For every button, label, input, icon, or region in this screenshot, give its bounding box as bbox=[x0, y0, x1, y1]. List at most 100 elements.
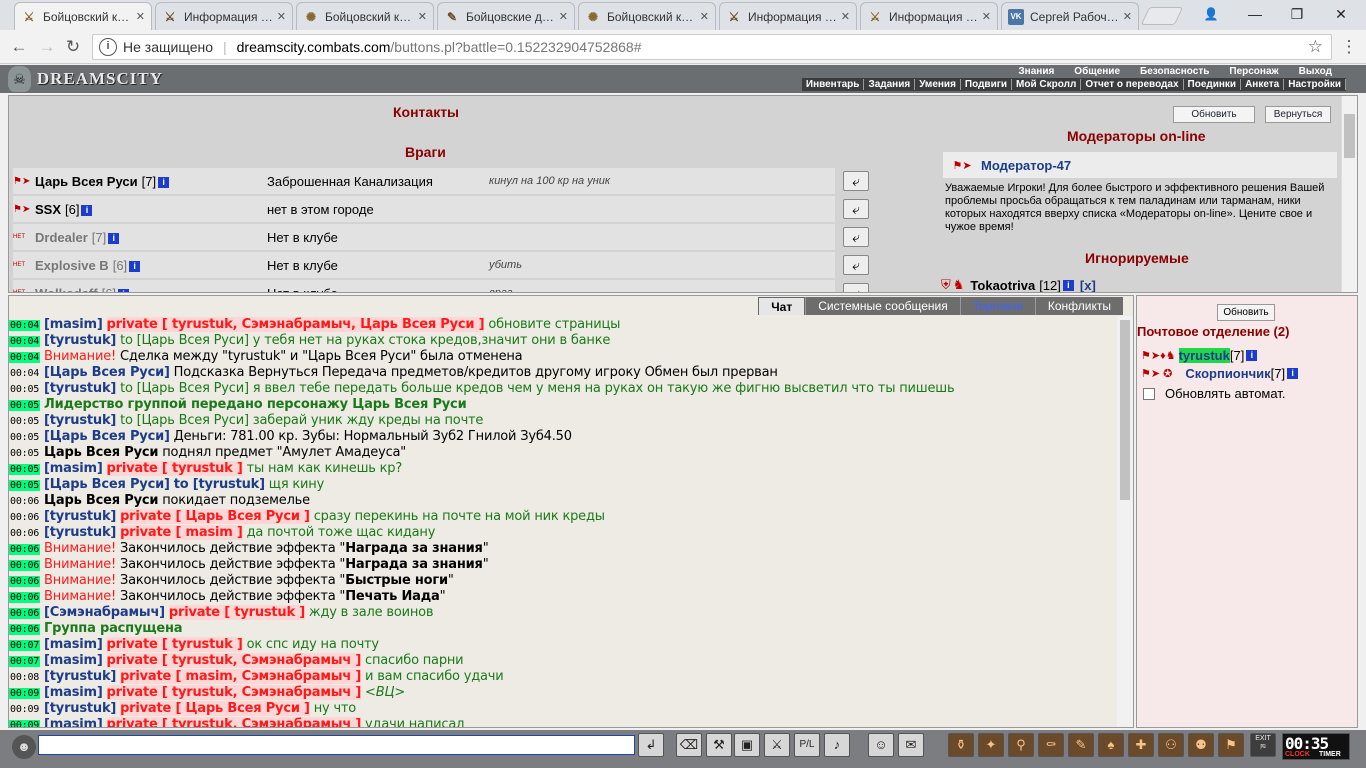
private-recipients[interactable]: private [ tyrustuk, Сэмэнабрамыч, Царь В… bbox=[106, 317, 485, 332]
flag-icon[interactable]: ⚑ bbox=[1218, 733, 1244, 757]
message-author[interactable]: [tyrustuk] bbox=[44, 333, 116, 348]
chat-scrollbar[interactable] bbox=[1117, 316, 1133, 727]
mail-refresh-button[interactable]: Обновить bbox=[1217, 304, 1275, 321]
tab-close-icon[interactable]: ✕ bbox=[559, 10, 568, 23]
menu-item[interactable]: Персонаж bbox=[1219, 66, 1288, 77]
message-author[interactable]: [masim] bbox=[44, 637, 103, 652]
message-time[interactable]: 00:06 bbox=[9, 592, 41, 603]
profile-icon[interactable]: 👤 bbox=[1196, 4, 1226, 24]
chat-input[interactable] bbox=[38, 735, 635, 755]
smiley-icon[interactable]: ☺ bbox=[868, 733, 894, 757]
submenu-item[interactable]: Инвентарь bbox=[802, 79, 865, 90]
enemy-name[interactable]: Wolkodaff[6]i bbox=[35, 286, 267, 292]
browser-tab[interactable]: ✺ Бойцовский к… ✕ bbox=[578, 2, 716, 30]
chat-tab[interactable]: Конфликты bbox=[1034, 297, 1123, 315]
private-recipients[interactable]: private [ masim ] bbox=[120, 525, 243, 540]
message-time[interactable]: 00:07 bbox=[9, 656, 41, 667]
message-author[interactable]: [masim] bbox=[44, 653, 103, 668]
browser-tab[interactable]: ⚔ Бойцовский к… ✕ bbox=[14, 2, 152, 30]
message-time[interactable]: 00:06 bbox=[9, 512, 40, 523]
scroll-thumb[interactable] bbox=[1120, 320, 1130, 500]
tab-close-icon[interactable]: ✕ bbox=[841, 10, 850, 23]
ignored-name[interactable]: Tokaotriva bbox=[970, 278, 1035, 293]
message-time[interactable]: 00:06 bbox=[9, 560, 41, 571]
message-author[interactable]: [tyrustuk] bbox=[44, 381, 116, 396]
cross-icon[interactable]: ✚ bbox=[1128, 733, 1154, 757]
private-recipients[interactable]: private [ Царь Всея Руси ] bbox=[120, 701, 310, 716]
go-to-location-button[interactable]: ⤶ bbox=[843, 255, 869, 275]
menu-item[interactable]: Выход bbox=[1289, 66, 1342, 77]
anvil-icon[interactable]: ⚒ bbox=[706, 733, 732, 757]
submenu-item[interactable]: Анкета bbox=[1241, 79, 1285, 90]
submenu-item[interactable]: Поединки bbox=[1184, 79, 1242, 90]
message-time[interactable]: 00:04 bbox=[9, 352, 41, 363]
tab-close-icon[interactable]: ✕ bbox=[418, 10, 427, 23]
message-author[interactable]: [masim] bbox=[44, 317, 103, 332]
tab-close-icon[interactable]: ✕ bbox=[136, 10, 145, 23]
torch-icon[interactable]: ✦ bbox=[978, 733, 1004, 757]
browser-tab[interactable]: ✎ Бойцовские д… ✕ bbox=[437, 2, 575, 30]
message-time[interactable]: 00:05 bbox=[9, 464, 41, 475]
message-author[interactable]: [masim] bbox=[44, 717, 103, 727]
browser-tab[interactable]: ⚔ Информация … ✕ bbox=[719, 2, 857, 30]
browser-menu-icon[interactable]: ⋮ bbox=[1338, 36, 1360, 58]
submenu-item[interactable]: Мой Скролл bbox=[1012, 79, 1082, 90]
message-author[interactable]: [tyrustuk] bbox=[44, 525, 116, 540]
message-author[interactable]: to [tyrustuk] bbox=[174, 477, 265, 492]
enemy-name[interactable]: Drdealer [7] i bbox=[35, 230, 267, 245]
tab-close-icon[interactable]: ✕ bbox=[277, 10, 286, 23]
enemy-name[interactable]: Царь Всея Руси [7] i bbox=[35, 174, 267, 189]
private-recipients[interactable]: private [ tyrustuk, Сэмэнабрамыч ] bbox=[106, 685, 361, 700]
message-time[interactable]: 00:04 bbox=[9, 336, 41, 347]
submenu-item[interactable]: Настройки bbox=[1284, 79, 1346, 90]
message-time[interactable]: 00:06 bbox=[9, 608, 41, 619]
browser-tab[interactable]: ⚔ Информация … ✕ bbox=[155, 2, 293, 30]
menu-item[interactable]: Безопасность bbox=[1130, 66, 1219, 77]
chat-tab[interactable]: Чат bbox=[758, 297, 806, 315]
bag-icon[interactable]: ⚱ bbox=[948, 733, 974, 757]
message-author[interactable]: [masim] bbox=[44, 685, 103, 700]
bookmark-star-icon[interactable]: ☆ bbox=[1308, 37, 1323, 57]
users-icon[interactable]: ⚇ bbox=[1158, 733, 1184, 757]
save-icon[interactable]: ▣ bbox=[734, 733, 760, 757]
tab-close-icon[interactable]: ✕ bbox=[982, 10, 991, 23]
mail-user-name[interactable]: Скорпиончик bbox=[1185, 366, 1270, 381]
sack-icon[interactable]: ⚲ bbox=[1008, 733, 1034, 757]
menu-item[interactable]: Знания bbox=[1008, 66, 1064, 77]
back-icon[interactable]: ← bbox=[8, 36, 30, 58]
message-time[interactable]: 00:09 bbox=[9, 704, 40, 715]
group-icon[interactable]: ⚉ bbox=[1188, 733, 1214, 757]
private-recipients[interactable]: private [ tyrustuk ] bbox=[168, 605, 305, 620]
message-author[interactable]: [Царь Всея Руси] bbox=[44, 477, 170, 492]
info-icon[interactable]: i bbox=[1287, 367, 1299, 379]
message-time[interactable]: 00:09 bbox=[9, 688, 41, 699]
fighter-icon[interactable]: ⚔ bbox=[764, 733, 790, 757]
tab-close-icon[interactable]: ✕ bbox=[1123, 10, 1132, 23]
private-recipients[interactable]: private [ tyrustuk, Сэмэнабрамыч ] bbox=[106, 717, 361, 727]
auto-refresh-checkbox[interactable] bbox=[1143, 387, 1155, 400]
mask-icon[interactable]: ♠ bbox=[1098, 733, 1124, 757]
enemy-name[interactable]: Explosive B [6] i bbox=[35, 258, 267, 273]
auto-refresh-toggle[interactable]: Обновлять автомат. bbox=[1143, 386, 1285, 401]
message-time[interactable]: 00:06 bbox=[9, 576, 41, 587]
message-author[interactable]: [masim] bbox=[44, 461, 103, 476]
go-to-location-button[interactable]: ⤶ bbox=[843, 199, 869, 219]
eraser-icon[interactable]: ⌫ bbox=[676, 733, 702, 757]
scroll-icon[interactable]: ✎ bbox=[1068, 733, 1094, 757]
moderator-name[interactable]: Модератор-47 bbox=[981, 158, 1071, 173]
browser-tab[interactable]: ⚔ Информация … ✕ bbox=[860, 2, 998, 30]
message-time[interactable]: 00:09 bbox=[9, 720, 41, 727]
private-recipients[interactable]: private [ tyrustuk, Сэмэнабрамыч ] bbox=[106, 653, 361, 668]
info-icon[interactable]: i bbox=[1246, 349, 1258, 361]
chat-head-icon[interactable]: ☻ bbox=[12, 735, 36, 759]
submenu-item[interactable]: Подвиги bbox=[961, 79, 1013, 90]
message-author[interactable]: [Царь Всея Руси] bbox=[44, 429, 170, 444]
mail-user-name[interactable]: tyrustuk bbox=[1178, 347, 1230, 363]
info-icon[interactable]: i bbox=[1062, 279, 1074, 291]
message-time[interactable]: 00:05 bbox=[9, 416, 40, 427]
message-time[interactable]: 00:04 bbox=[9, 320, 41, 331]
menu-item[interactable]: Общение bbox=[1064, 66, 1130, 77]
message-author[interactable]: [Сэмэнабрамыч] bbox=[44, 605, 165, 620]
send-icon[interactable]: ↲ bbox=[638, 733, 664, 757]
new-tab-button[interactable] bbox=[1140, 7, 1184, 25]
